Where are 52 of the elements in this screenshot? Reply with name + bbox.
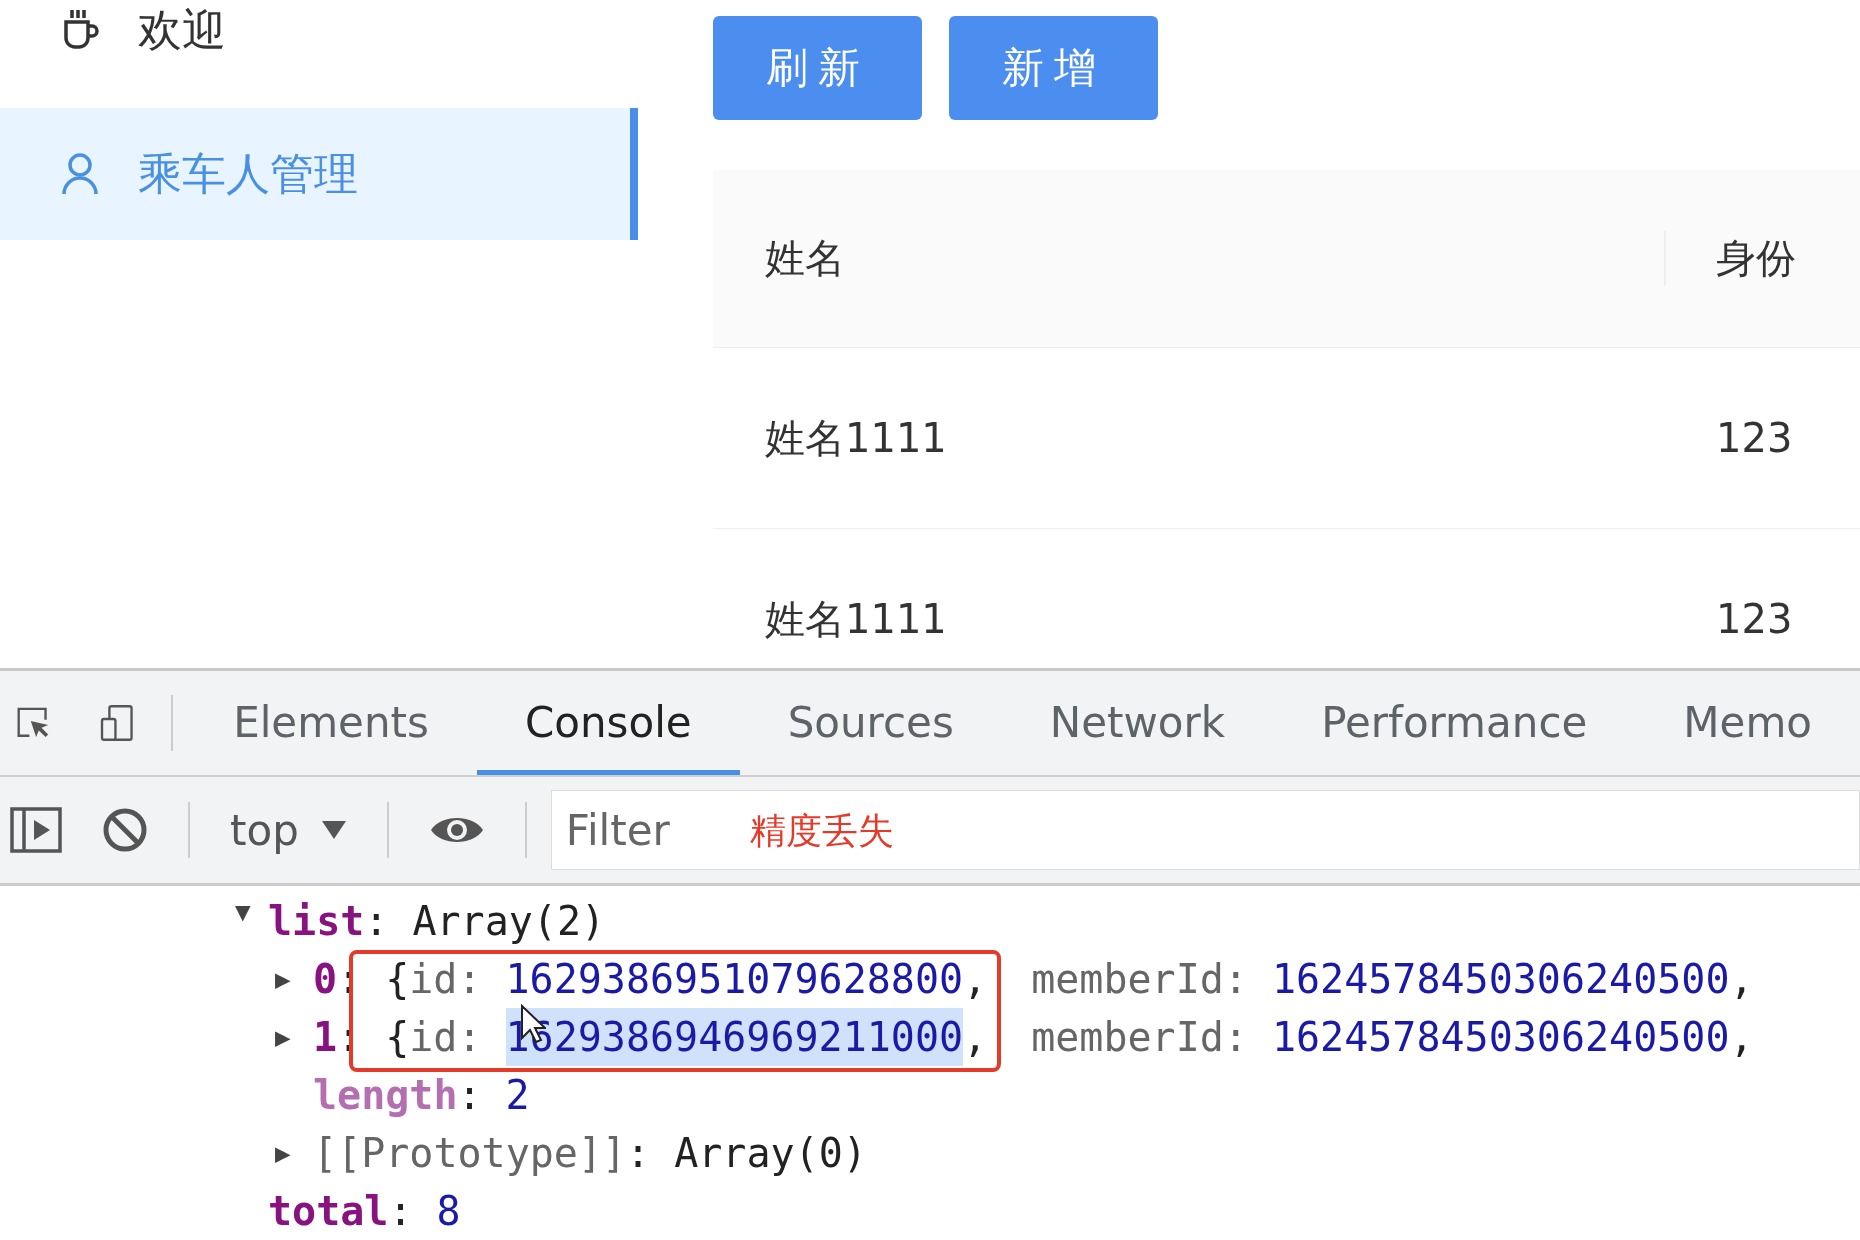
expand-toggle[interactable]: ▶ xyxy=(275,1008,305,1066)
field-name: id: xyxy=(409,955,482,1004)
colon: : xyxy=(626,1129,651,1178)
property-value: Array(2) xyxy=(412,897,606,946)
colon: : xyxy=(388,1187,413,1236)
property-key: list xyxy=(268,892,365,950)
table-cell-text: 123 xyxy=(1715,415,1793,461)
field-name: id: xyxy=(409,1013,482,1062)
caret-icon xyxy=(320,820,347,840)
field-name: memberId: xyxy=(1031,1013,1248,1062)
field-value: 1624578450306240500 xyxy=(1271,955,1730,1004)
property-value: 8 xyxy=(436,1187,461,1236)
property-key: 0 xyxy=(313,950,338,1008)
devtools-tab[interactable]: Memo xyxy=(1635,671,1860,775)
property-value: 2 xyxy=(505,1071,530,1120)
devtools-tab[interactable]: Sources xyxy=(739,671,1002,775)
property-value: Array(0) xyxy=(674,1129,867,1178)
colon: : xyxy=(364,897,389,946)
column-header: 姓名 xyxy=(713,231,1666,286)
user-icon xyxy=(60,152,100,196)
field-name: memberId: xyxy=(1031,955,1248,1004)
devtools-tab[interactable]: Performance xyxy=(1273,671,1636,775)
field-value: 1629386951079628800 xyxy=(505,955,964,1004)
table-cell-text: 姓名1111 xyxy=(764,594,948,644)
clear-icon[interactable] xyxy=(102,807,148,853)
property-key: total xyxy=(268,1182,389,1240)
property-key: length xyxy=(313,1066,458,1124)
table-cell-text: 姓名1111 xyxy=(764,413,948,463)
expand-toggle[interactable]: ▶ xyxy=(275,1124,305,1182)
context-select[interactable]: top xyxy=(230,805,347,855)
action-button[interactable]: 新增 xyxy=(949,16,1158,120)
devtools-tab[interactable]: Elements xyxy=(185,671,477,775)
annotation-text: 精度丢失 xyxy=(750,809,894,853)
property-key: 1 xyxy=(313,1008,338,1066)
sidebar-toggle-icon[interactable] xyxy=(10,807,62,853)
comma: , xyxy=(963,955,988,1004)
comma: , xyxy=(1729,1013,1754,1062)
sidebar-item[interactable]: 乘车人管理 xyxy=(0,108,638,240)
devtools-tab[interactable]: Network xyxy=(1001,671,1274,775)
comma: , xyxy=(963,1013,988,1062)
brace: { xyxy=(385,1013,410,1062)
table-cell-text: 123 xyxy=(1715,596,1793,642)
brace: { xyxy=(385,955,410,1004)
colon: : xyxy=(457,1071,482,1120)
sidebar-item[interactable]: 欢迎 xyxy=(0,0,638,60)
comma: , xyxy=(1729,955,1754,1004)
property-key: [[Prototype]] xyxy=(313,1124,627,1182)
expand-toggle[interactable]: ▶ xyxy=(275,950,305,1008)
field-value: 1629386946969211000 xyxy=(505,1008,964,1066)
column-header: 身份 xyxy=(1715,234,1796,283)
field-value: 1624578450306240500 xyxy=(1271,1013,1730,1062)
action-button[interactable]: 刷新 xyxy=(713,16,922,120)
